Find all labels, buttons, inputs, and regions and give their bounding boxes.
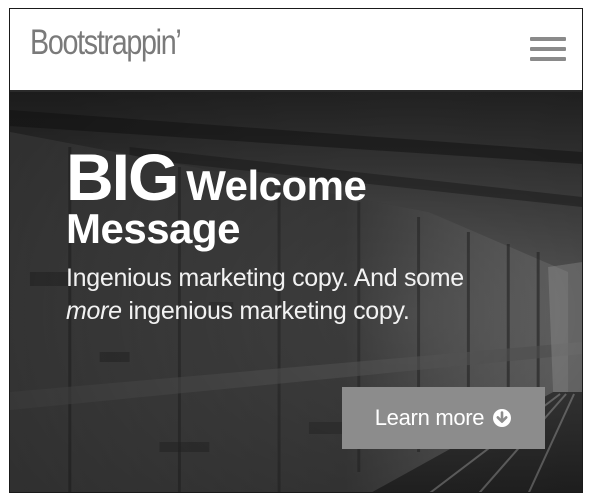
headline-welcome: Welcome (186, 162, 367, 209)
hamburger-bar (530, 37, 566, 41)
hamburger-menu-icon[interactable] (530, 35, 566, 63)
tagline-rest: ingenious marketing copy. (121, 297, 410, 325)
arrow-down-circle-icon (493, 409, 512, 427)
hero-headline: BIG Welcome Message (66, 144, 546, 250)
page-frame: Bootstrappin’ BIG Welcome Message Ingeni… (9, 8, 583, 493)
headline-message: Message (66, 205, 240, 252)
tagline-emphasis: more (66, 297, 122, 325)
hamburger-bar (530, 47, 566, 51)
hero-section: BIG Welcome Message Ingenious marketing … (10, 92, 582, 492)
tagline-line1: Ingenious marketing copy. And some (66, 264, 464, 292)
learn-more-button[interactable]: Learn more (342, 387, 545, 449)
navbar: Bootstrappin’ (10, 9, 582, 92)
learn-more-label: Learn more (374, 405, 485, 430)
hero-content: BIG Welcome Message Ingenious marketing … (66, 144, 546, 328)
hamburger-bar (530, 57, 566, 61)
hero-tagline: Ingenious marketing copy. And some more … (66, 262, 546, 328)
headline-big: BIG (66, 140, 179, 214)
brand-logo[interactable]: Bootstrappin’ (30, 23, 182, 63)
